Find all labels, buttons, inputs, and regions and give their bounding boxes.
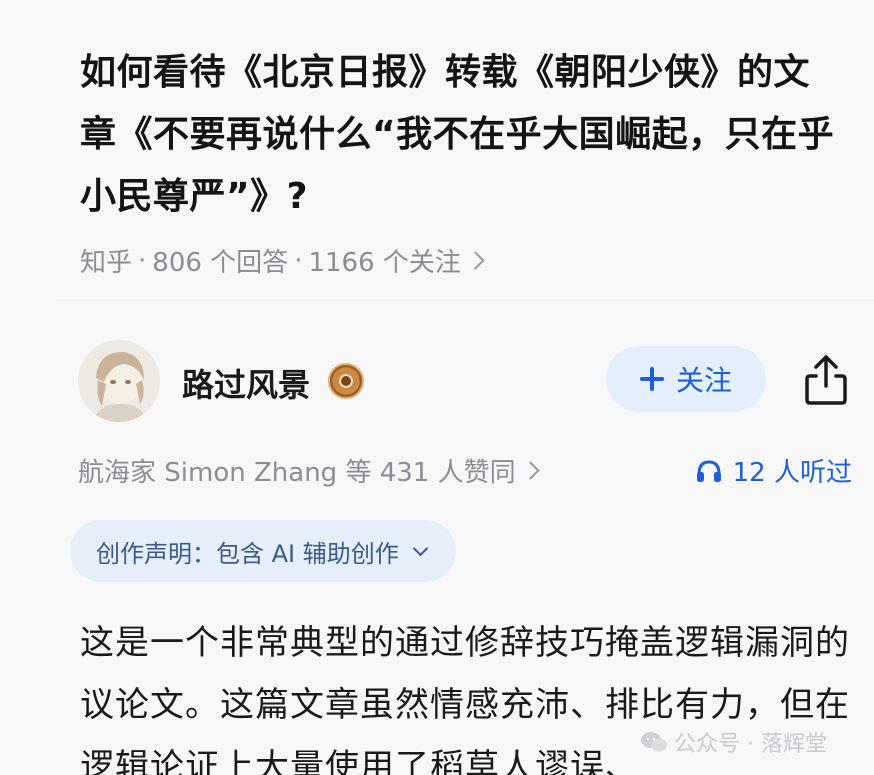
chevron-right-icon bbox=[466, 251, 485, 270]
author-name[interactable]: 路过风景 bbox=[182, 360, 310, 406]
statement-label: 创作声明：包含 AI 辅助创作 bbox=[96, 539, 399, 568]
listen-link[interactable]: 12 人听过 bbox=[695, 452, 852, 489]
follower-count: 1166 个关注 bbox=[308, 248, 461, 278]
follow-button[interactable]: 关注 bbox=[606, 346, 766, 412]
avatar-illustration bbox=[78, 340, 160, 422]
section-divider bbox=[56, 300, 874, 301]
meta-separator: · bbox=[294, 245, 303, 276]
share-icon[interactable] bbox=[802, 354, 850, 406]
author-row: 路过风景 关注 bbox=[78, 340, 858, 422]
chevron-right-icon bbox=[520, 461, 540, 480]
verified-badge-icon[interactable] bbox=[328, 363, 364, 399]
meta-separator: · bbox=[138, 245, 147, 276]
listen-count: 12 人听过 bbox=[732, 458, 852, 488]
plus-icon bbox=[639, 367, 664, 391]
chevron-down-icon bbox=[412, 540, 429, 556]
answer-count: 806 个回答 bbox=[152, 248, 289, 278]
voters-text: 航海家 Simon Zhang 等 431 人赞同 bbox=[78, 458, 516, 488]
vote-row: 航海家 Simon Zhang 等 431 人赞同 12 人听过 bbox=[78, 452, 852, 492]
question-meta[interactable]: 知乎 · 806 个回答 · 1166 个关注 bbox=[80, 242, 840, 279]
watermark: 公众号 · 落辉堂 bbox=[640, 726, 827, 758]
answer-page: 如何看待《北京日报》转载《朝阳少侠》的文章《不要再说什么“我不在乎大国崛起，只在… bbox=[0, 0, 874, 775]
author-avatar[interactable] bbox=[78, 340, 160, 422]
wechat-icon bbox=[641, 732, 667, 752]
watermark-text: 公众号 · 落辉堂 bbox=[674, 732, 827, 757]
headphone-icon bbox=[696, 459, 721, 482]
question-source: 知乎 bbox=[80, 248, 133, 278]
ai-statement-chip[interactable]: 创作声明：包含 AI 辅助创作 bbox=[70, 520, 456, 582]
voters-link[interactable]: 航海家 Simon Zhang 等 431 人赞同 bbox=[78, 452, 540, 489]
follow-label: 关注 bbox=[675, 364, 732, 397]
question-title[interactable]: 如何看待《北京日报》转载《朝阳少侠》的文章《不要再说什么“我不在乎大国崛起，只在… bbox=[80, 42, 840, 228]
question-header: 如何看待《北京日报》转载《朝阳少侠》的文章《不要再说什么“我不在乎大国崛起，只在… bbox=[80, 42, 840, 279]
